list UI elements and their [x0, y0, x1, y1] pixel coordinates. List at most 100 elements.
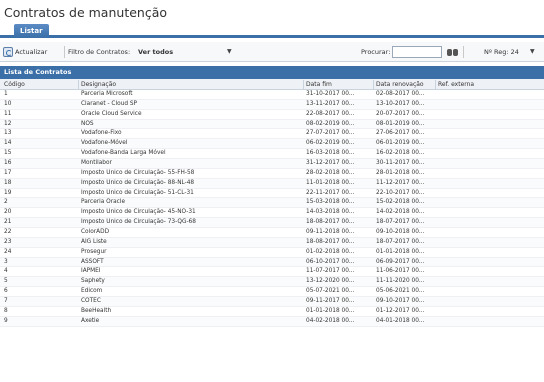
table-cell: 28-02-2018 00...	[306, 169, 355, 176]
table-cell: 12	[4, 120, 12, 127]
table-cell: 4	[4, 268, 8, 275]
table-cell: 7	[4, 298, 8, 305]
table-cell: 8	[4, 307, 8, 314]
table-cell: Parceria Oracle	[81, 199, 126, 206]
table-cell: 01-12-2017 00...	[376, 307, 425, 314]
table-cell: 2	[4, 199, 8, 206]
table-cell: 31-10-2017 00...	[306, 91, 355, 97]
table-row[interactable]: 10 Claranet - Cloud SP 13-11-2017 00... 13-…	[0, 99, 544, 110]
search-binoculars-icon[interactable]	[447, 47, 458, 56]
column-header-data-renovacao[interactable]: Data renovação	[376, 79, 424, 90]
table-cell: Imposto Único de Circulação- 88-NL-48	[81, 179, 195, 186]
table-cell: 05-06-2021 00...	[376, 288, 425, 295]
filter-dropdown-icon[interactable]: ▼	[227, 42, 232, 62]
table-cell: 18-08-2017 00...	[306, 238, 355, 245]
toolbar-divider	[64, 46, 65, 58]
table-cell: 22-11-2017 00...	[306, 189, 355, 196]
table-cell: Edicom	[81, 288, 103, 295]
table-cell: 18	[4, 179, 12, 186]
column-header-ref-externa[interactable]: Ref. externa	[438, 79, 474, 90]
table-cell: 16-03-2018 00...	[306, 150, 355, 157]
toolbar-divider	[463, 46, 464, 58]
table-row[interactable]: 13 Vodafone-Fixo 27-07-2017 00... 27-06-201…	[0, 129, 544, 140]
table-row[interactable]: 4 IAPMEI 11-07-2017 00... 11-06-2017 00...	[0, 267, 544, 278]
table-cell: 09-11-2018 00...	[306, 229, 355, 236]
column-header-codigo[interactable]: Código	[4, 79, 25, 90]
column-divider	[373, 80, 374, 89]
tab-bar: Listar	[0, 24, 544, 38]
refresh-icon[interactable]	[3, 47, 13, 57]
table-cell: 06-02-2019 00...	[306, 140, 355, 147]
table-cell: Montilabor	[81, 160, 112, 167]
table-cell: 15	[4, 150, 12, 157]
table-cell: 14-03-2018 00...	[306, 209, 355, 216]
table-cell: 02-08-2017 00...	[376, 91, 425, 97]
search-label: Procurar:	[361, 48, 391, 56]
table-row[interactable]: 15 Vodafone-Banda Larga Móvel 16-03-2018 0…	[0, 149, 544, 160]
filter-select[interactable]: Ver todos	[138, 42, 173, 62]
table-cell: 20	[4, 209, 12, 216]
table-row[interactable]: 21 Imposto Único de Circulação- 73-QG-68 1…	[0, 218, 544, 229]
table-cell: BeeHealth	[81, 307, 112, 314]
page-size-dropdown-icon[interactable]: ▼	[530, 42, 535, 62]
search-input[interactable]	[392, 46, 442, 58]
table-row[interactable]: 1 Parceria Microsoft 31-10-2017 00... 02-08…	[0, 90, 544, 100]
table-cell: 13-10-2017 00...	[376, 100, 425, 107]
table-row[interactable]: 11 Oracle Cloud Service 22-08-2017 00... 20…	[0, 110, 544, 120]
table-cell: 19	[4, 189, 12, 196]
table-cell: 08-01-2019 00...	[376, 120, 425, 127]
table-row[interactable]: 9 Axetie 04-02-2018 00... 04-01-2018 00...	[0, 316, 544, 327]
table-row[interactable]: 17 Imposto Único de Circulação- 55-FH-58 2…	[0, 169, 544, 179]
column-divider	[303, 80, 304, 89]
table-cell: Vodafone-Banda Larga Móvel	[81, 150, 166, 157]
column-header-designacao[interactable]: Designação	[81, 79, 116, 90]
table-cell: 06-09-2017 00...	[376, 258, 425, 265]
table-row[interactable]: 6 Edicom 05-07-2021 00... 05-06-2021 00...	[0, 287, 544, 298]
table-row[interactable]: 22 ColorADD 09-11-2018 00... 09-10-2018 00.…	[0, 228, 544, 238]
page-title: Contratos de manutenção	[4, 5, 168, 20]
table-cell: 24	[4, 248, 12, 255]
table-cell: 17	[4, 169, 12, 176]
table-row[interactable]: 20 Imposto Único de Circulação- 45-NO-31 1…	[0, 208, 544, 219]
column-header-row: Código Designação Data fim Data renovaçã…	[0, 79, 544, 90]
table-cell: 09-10-2018 00...	[376, 229, 425, 236]
table-cell: 06-10-2017 00...	[306, 258, 355, 265]
table-cell: 6	[4, 288, 8, 295]
table-cell: NOS	[81, 120, 94, 127]
refresh-button[interactable]: Actualizar	[15, 42, 47, 62]
table-cell: 11	[4, 110, 12, 117]
table-row[interactable]: 19 Imposto Único de Circulação- 51-CL-31 2…	[0, 189, 544, 199]
table-row[interactable]: 12 NOS 08-02-2019 00... 08-01-2019 00...	[0, 119, 544, 130]
table-cell: IAPMEI	[81, 268, 101, 275]
table-row[interactable]: 18 Imposto Único de Circulação- 88-NL-48 1…	[0, 178, 544, 189]
table-cell: 23	[4, 238, 12, 245]
tab-listar[interactable]: Listar	[14, 24, 49, 38]
table-row[interactable]: 24 Prosegur 01-02-2018 00... 01-01-2018 00.…	[0, 248, 544, 258]
table-cell: 21	[4, 219, 12, 226]
table-row[interactable]: 2 Parceria Oracle 15-03-2018 00... 15-02-20…	[0, 198, 544, 209]
table-row[interactable]: 14 Vodafone-Móvel 06-02-2019 00... 06-01-20…	[0, 139, 544, 150]
table-row[interactable]: 8 BeeHealth 01-01-2018 00... 01-12-2017 00.…	[0, 307, 544, 317]
table-cell: 13	[4, 130, 12, 137]
table-cell: 11-12-2017 00...	[376, 179, 425, 186]
table-cell: Claranet - Cloud SP	[81, 100, 138, 107]
table-cell: Imposto Único de Circulação- 51-CL-31	[81, 189, 194, 196]
table-row[interactable]: 5 Saphety 13-12-2020 00... 11-11-2020 00...	[0, 277, 544, 288]
table-cell: 01-01-2018 00...	[306, 307, 355, 314]
table-cell: 27-07-2017 00...	[306, 130, 355, 137]
table-cell: Imposto Único de Circulação- 55-FH-58	[81, 169, 195, 176]
table-row[interactable]: 16 Montilabor 31-12-2017 00... 30-11-2017 0…	[0, 159, 544, 169]
page-size-select[interactable]: Nº Reg: 24	[484, 42, 519, 62]
table-cell: 05-07-2021 00...	[306, 288, 355, 295]
table-cell: 15-02-2018 00...	[376, 199, 425, 206]
table-cell: 11-11-2020 00...	[376, 278, 425, 285]
table-row[interactable]: 3 ASSOFT 06-10-2017 00... 06-09-2017 00...	[0, 257, 544, 268]
column-header-data-fim[interactable]: Data fim	[306, 79, 332, 90]
table-cell: 18-08-2017 00...	[306, 219, 355, 226]
table-row[interactable]: 23 AIG Liste 18-08-2017 00... 18-07-2017 00…	[0, 237, 544, 248]
table-cell: 16-02-2018 00...	[376, 150, 425, 157]
table-cell: AIG Liste	[81, 238, 107, 245]
table-cell: 10	[4, 100, 12, 107]
grid-title: Lista de Contratos	[0, 66, 544, 79]
table-row[interactable]: 7 COTEC 09-11-2017 00... 09-10-2017 00...	[0, 297, 544, 307]
